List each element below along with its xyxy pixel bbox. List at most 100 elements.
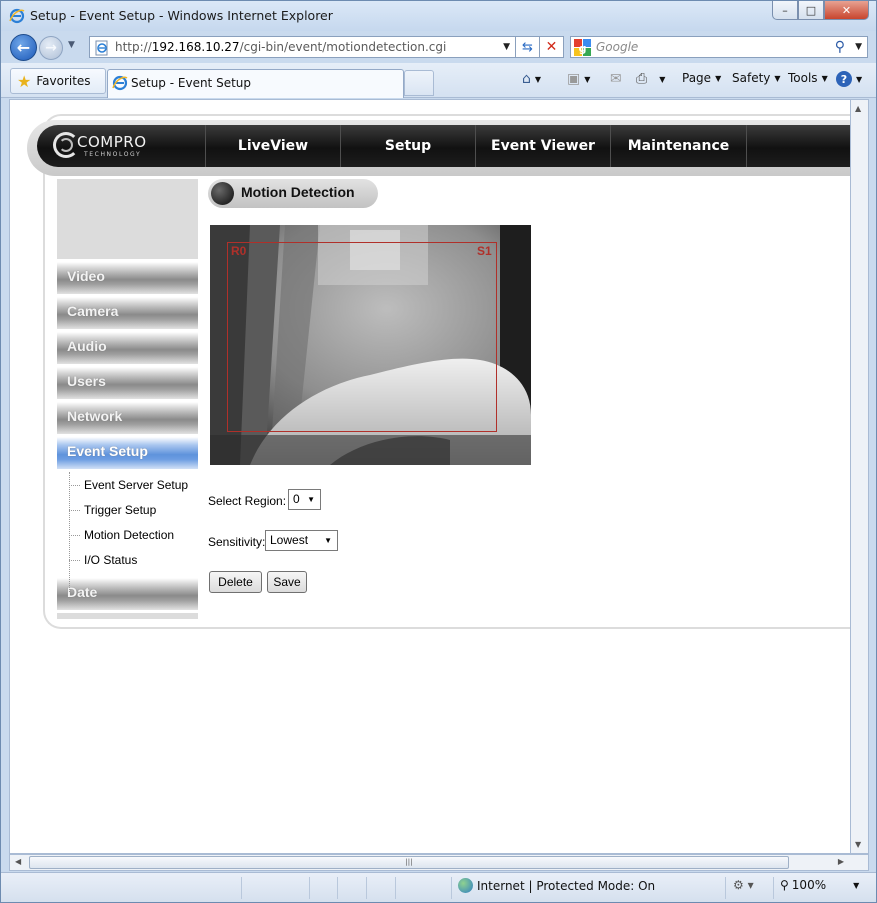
sensitivity-label: Sensitivity: <box>208 535 266 549</box>
page-menu[interactable]: Page ▼ <box>682 71 721 85</box>
search-input[interactable]: Google <box>596 40 638 54</box>
read-mail-button[interactable]: ✉ <box>610 71 622 87</box>
back-button[interactable]: ← <box>10 34 37 61</box>
logo-inner-ring-icon <box>59 138 73 152</box>
settings-sidebar: Video Camera Audio Users Network Event S… <box>57 179 198 619</box>
feeds-dropdown-icon[interactable]: ▼ <box>584 75 590 84</box>
scroll-right-icon[interactable]: ▶ <box>838 857 844 866</box>
submenu-event-server-setup[interactable]: Event Server Setup <box>57 474 198 499</box>
browser-tab[interactable]: Setup - Event Setup <box>107 69 404 98</box>
scroll-left-icon[interactable]: ◀ <box>15 857 21 866</box>
vertical-scrollbar[interactable]: ▲ ▼ <box>851 99 869 854</box>
sidebar-item-audio[interactable]: Audio <box>57 332 198 364</box>
tools-menu[interactable]: Tools ▼ <box>788 71 828 85</box>
close-button[interactable]: ✕ <box>824 1 869 20</box>
home-button[interactable]: ⌂ ▼ <box>522 71 541 87</box>
sensitivity-badge: S1 <box>477 244 492 258</box>
region-select[interactable]: 0 ▼ <box>288 489 321 510</box>
nav-tab-maintenance[interactable]: Maintenance <box>610 125 746 167</box>
search-dropdown-icon[interactable]: ▼ <box>855 42 862 52</box>
sidebar-item-event-setup[interactable]: Event Setup <box>57 437 198 469</box>
print-icon: ⎙ <box>636 71 648 87</box>
sidebar-item-network[interactable]: Network <box>57 402 198 434</box>
help-icon: ? <box>836 71 852 87</box>
scroll-up-icon[interactable]: ▲ <box>855 104 861 113</box>
sidebar-item-video[interactable]: Video <box>57 262 198 294</box>
tools-dropdown-icon: ▼ <box>821 73 828 83</box>
status-divider <box>241 877 242 899</box>
motion-region-box[interactable] <box>227 242 497 432</box>
new-tab-button[interactable] <box>404 70 434 96</box>
google-logo-icon: g <box>574 39 591 56</box>
horizontal-scroll-thumb[interactable]: ||| <box>29 856 789 869</box>
zoom-dropdown-icon[interactable]: ▼ <box>853 881 859 890</box>
address-bar[interactable]: http://192.168.10.27/cgi-bin/event/motio… <box>89 36 516 58</box>
safety-menu-label: Safety <box>732 71 771 85</box>
search-box[interactable]: g Google ⚲ ▼ <box>570 36 868 58</box>
sidebar-item-date[interactable]: Date <box>57 578 198 610</box>
browser-window: Setup - Event Setup - Windows Internet E… <box>0 0 877 903</box>
page-menu-label: Page <box>682 71 712 85</box>
sidebar-item-camera[interactable]: Camera <box>57 297 198 329</box>
forward-button[interactable]: → <box>39 36 63 60</box>
status-bar: Internet | Protected Mode: On ⚙ ▾ ⚲ 100%… <box>1 872 876 902</box>
maximize-button[interactable]: □ <box>798 1 824 20</box>
home-dropdown-icon[interactable]: ▼ <box>535 75 541 84</box>
favorites-button[interactable]: ★ Favorites <box>10 68 106 94</box>
refresh-icon[interactable]: ⇆ <box>516 36 540 58</box>
favorites-label: Favorites <box>36 74 91 88</box>
print-button[interactable]: ⎙ ▼ <box>636 71 665 87</box>
security-zone-label: Internet | Protected Mode: On <box>477 878 656 893</box>
submenu-io-status[interactable]: I/O Status <box>57 549 198 574</box>
mail-icon: ✉ <box>610 71 622 87</box>
feeds-button[interactable]: ▣ ▼ <box>567 71 590 87</box>
nav-tab-liveview[interactable]: LiveView <box>205 125 340 167</box>
page-icon <box>95 40 108 56</box>
star-icon: ★ <box>17 71 32 91</box>
help-menu[interactable]: ? ▼ <box>836 71 862 87</box>
page-viewport: COMPRO TECHNOLOGY LiveView Setup Event V… <box>9 99 851 854</box>
stop-icon[interactable]: ✕ <box>540 36 564 58</box>
sensitivity-select-value: Lowest <box>270 533 309 547</box>
help-dropdown-icon: ▼ <box>856 74 863 84</box>
section-header: Motion Detection <box>208 179 378 208</box>
address-dropdown-icon[interactable]: ▼ <box>503 42 510 52</box>
safety-menu[interactable]: Safety ▼ <box>732 71 781 85</box>
nav-tab-event-viewer[interactable]: Event Viewer <box>475 125 610 167</box>
zoom-control[interactable]: ⚲ 100% ▼ <box>780 878 859 892</box>
svg-text:g: g <box>579 42 587 55</box>
navigation-bar: ← → ▼ http://192.168.10.27/cgi-bin/event… <box>1 31 876 63</box>
print-dropdown-icon[interactable]: ▼ <box>659 75 665 84</box>
status-divider <box>773 877 774 899</box>
security-zone[interactable]: Internet | Protected Mode: On <box>458 878 655 893</box>
sidebar-item-users[interactable]: Users <box>57 367 198 399</box>
address-url[interactable]: http://192.168.10.27/cgi-bin/event/motio… <box>115 40 446 54</box>
minimize-button[interactable]: – <box>772 1 798 20</box>
status-divider <box>366 877 367 899</box>
home-icon: ⌂ <box>522 71 531 87</box>
horizontal-scrollbar[interactable]: ◀ ||| ▶ <box>9 854 869 871</box>
favorites-bar: ★ Favorites Setup - Event Setup ⌂ ▼ ▣ ▼ ✉ … <box>1 63 876 98</box>
ie-tab-icon <box>112 75 128 91</box>
scroll-down-icon[interactable]: ▼ <box>855 840 861 849</box>
submenu-motion-detection[interactable]: Motion Detection <box>57 524 198 549</box>
save-button[interactable]: Save <box>267 571 307 593</box>
submenu-trigger-setup[interactable]: Trigger Setup <box>57 499 198 524</box>
search-icon[interactable]: ⚲ <box>835 39 845 55</box>
camera-preview[interactable]: R0 S1 <box>210 225 531 465</box>
delete-button[interactable]: Delete <box>209 571 262 593</box>
chevron-down-icon: ▼ <box>324 536 332 545</box>
history-dropdown-icon[interactable]: ▼ <box>68 40 75 50</box>
url-host: 192.168.10.27 <box>151 40 240 54</box>
compro-logo: COMPRO TECHNOLOGY <box>53 130 183 162</box>
protected-mode-icon[interactable]: ⚙ ▾ <box>733 878 754 892</box>
safety-dropdown-icon: ▼ <box>774 73 781 83</box>
nav-tab-setup[interactable]: Setup <box>340 125 475 167</box>
section-bullet-icon <box>211 182 234 205</box>
sidebar-footer <box>57 613 198 619</box>
window-title: Setup - Event Setup - Windows Internet E… <box>30 8 333 23</box>
sensitivity-select[interactable]: Lowest ▼ <box>265 530 338 551</box>
window-controls: – □ ✕ <box>772 1 869 21</box>
rss-icon: ▣ <box>567 71 581 87</box>
zoom-level: 100% <box>791 878 827 892</box>
